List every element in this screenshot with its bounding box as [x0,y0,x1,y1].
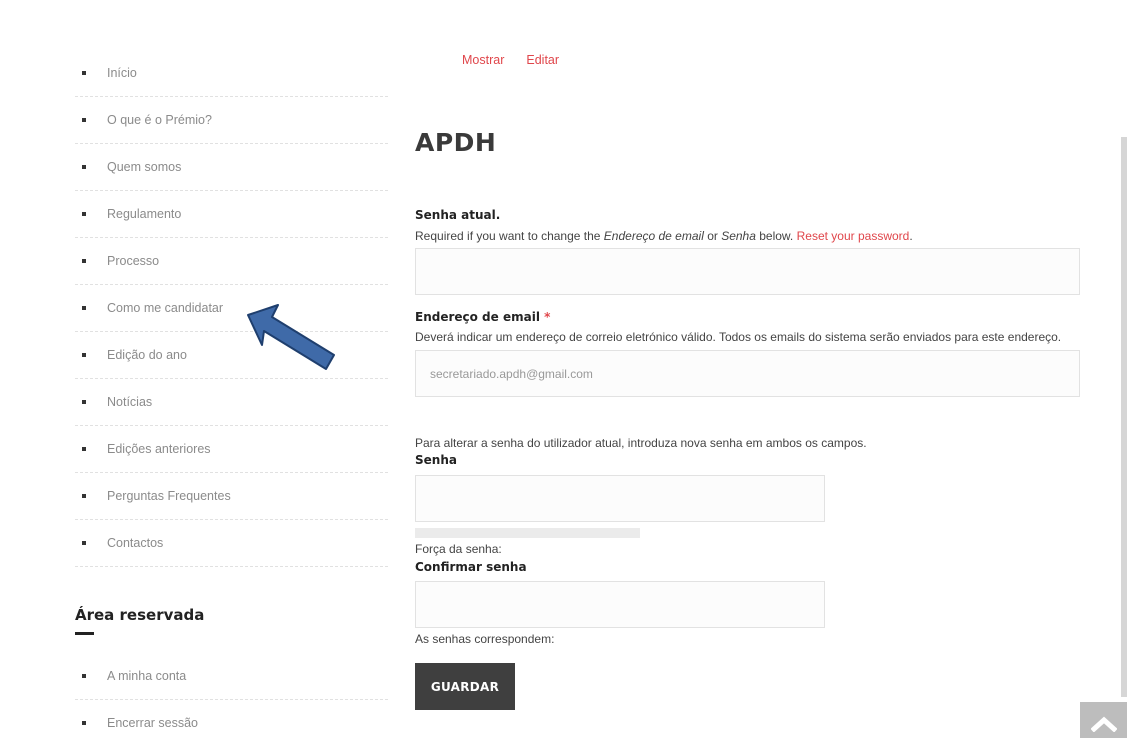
menu-item-edicoes-anteriores[interactable]: Edições anteriores [75,426,388,473]
password-match-label: As senhas correspondem: [415,632,555,646]
menu-item-label: Quem somos [107,160,182,174]
menu-item-a-minha-conta[interactable]: A minha conta [75,653,388,700]
scrollbar[interactable] [1121,137,1127,697]
page-frame: Início O que é o Prémio? Quem somos Regu… [7,8,1127,738]
sidebar: Início O que é o Prémio? Quem somos Regu… [75,50,388,738]
bullet-icon [82,259,86,263]
main-menu: Início O que é o Prémio? Quem somos Regu… [75,50,388,567]
menu-item-label: Edição do ano [107,348,187,362]
desc-text: Required if you want to change the [415,229,604,243]
save-button[interactable]: GUARDAR [415,663,515,710]
confirm-password-input[interactable] [415,581,825,628]
menu-item-label: A minha conta [107,669,187,683]
chevron-up-icon [1091,716,1117,732]
current-password-input[interactable] [415,248,1080,295]
desc-text: . [909,229,913,243]
confirm-password-label: Confirmar senha [415,560,527,574]
menu-item-label: Regulamento [107,207,182,221]
menu-item-regulamento[interactable]: Regulamento [75,191,388,238]
menu-item-label: Edições anteriores [107,442,211,456]
menu-item-inicio[interactable]: Início [75,50,388,97]
bullet-icon [82,212,86,216]
desc-text: below. [755,229,797,243]
scroll-to-top-button[interactable] [1080,702,1127,738]
required-mark: * [544,310,551,324]
bullet-icon [82,721,86,725]
password-strength-bar [415,528,640,538]
menu-item-label: Como me candidatar [107,301,224,315]
menu-item-edicao-do-ano[interactable]: Edição do ano [75,332,388,379]
menu-item-label: Início [107,66,137,80]
page-title: APDH [415,128,497,157]
bullet-icon [82,447,86,451]
bullet-icon [82,165,86,169]
desc-emphasis: Endereço de email [603,229,704,243]
bullet-icon [82,353,86,357]
desc-emphasis: Senha [721,229,756,243]
password-strength-label: Força da senha: [415,542,502,556]
annotation-arrow-icon [247,304,335,370]
tab-mostrar[interactable]: Mostrar [462,53,504,67]
password-input[interactable] [415,475,825,522]
menu-item-label: Notícias [107,395,153,409]
account-menu: A minha conta Encerrar sessão [75,653,388,738]
bullet-icon [82,541,86,545]
bullet-icon [82,306,86,310]
menu-item-label: Processo [107,254,160,268]
title-underline [75,632,94,635]
bullet-icon [82,71,86,75]
menu-item-perguntas-frequentes[interactable]: Perguntas Frequentes [75,473,388,520]
desc-text: or [703,229,722,243]
menu-item-o-que-e-o-premio[interactable]: O que é o Prémio? [75,97,388,144]
password-section: Para alterar a senha do utilizador atual… [415,434,1080,558]
current-password-section: Senha atual. Required if you want to cha… [415,208,1080,295]
bullet-icon [82,674,86,678]
menu-item-label: Encerrar sessão [107,716,199,730]
bullet-icon [82,494,86,498]
current-password-description: Required if you want to change the Ender… [415,227,1080,245]
bullet-icon [82,400,86,404]
confirm-section: Confirmar senha As senhas correspondem: [415,560,1080,648]
email-description: Deverá indicar um endereço de correio el… [415,330,1062,344]
menu-item-como-me-candidatar[interactable]: Como me candidatar [75,285,388,332]
menu-item-contactos[interactable]: Contactos [75,520,388,567]
email-input[interactable]: secretariado.apdh@gmail.com [415,350,1080,397]
reset-password-link[interactable]: Reset your password [797,229,910,243]
menu-item-label: O que é o Prémio? [107,113,212,127]
tabs: Mostrar Editar [462,53,559,67]
menu-item-quem-somos[interactable]: Quem somos [75,144,388,191]
password-label: Senha [415,453,457,467]
area-reservada-title: Área reservada [75,606,205,624]
menu-item-label: Perguntas Frequentes [107,489,231,503]
current-password-label: Senha atual. [415,208,501,222]
email-label: Endereço de email * [415,310,1080,324]
password-intro: Para alterar a senha do utilizador atual… [415,436,867,450]
bullet-icon [82,118,86,122]
menu-item-processo[interactable]: Processo [75,238,388,285]
tab-editar[interactable]: Editar [526,53,559,67]
email-section: Endereço de email * Deverá indicar um en… [415,310,1080,397]
menu-item-label: Contactos [107,536,164,550]
email-label-text: Endereço de email [415,310,540,324]
menu-item-noticias[interactable]: Notícias [75,379,388,426]
menu-item-encerrar-sessao[interactable]: Encerrar sessão [75,700,388,738]
